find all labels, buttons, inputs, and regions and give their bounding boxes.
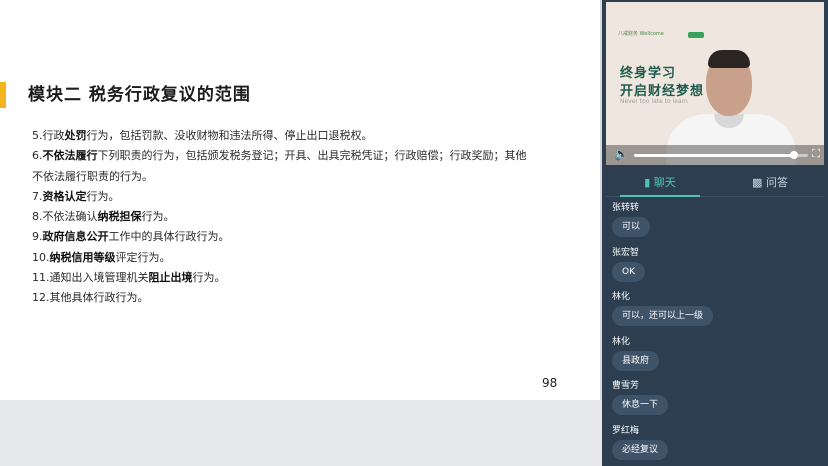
- tab-qa-label: 问答: [765, 176, 788, 189]
- sender-name: 林化: [612, 336, 631, 347]
- volume-slider[interactable]: [634, 151, 808, 159]
- content-line: 11.通知出入境管理机关阻止出境行为。: [32, 268, 552, 288]
- slide-area: 模块二 税务行政复议的范围 5.行政处罚行为，包括罚款、没收财物和违法所得、停止…: [0, 0, 602, 466]
- text-segment: 6.: [32, 149, 43, 163]
- teacher-video[interactable]: 八戒财务 Wellcome 终身学习 开启财经梦想 Never too late…: [606, 2, 824, 165]
- sender-name: 林化: [612, 292, 631, 302]
- bold-term: 政府信息公开: [42, 230, 109, 244]
- message-bubble: 可以: [612, 217, 651, 237]
- content-line: 12.其他具体行政行为。: [32, 288, 552, 308]
- text-segment: 10.: [32, 250, 50, 264]
- sender-name: 罗红梅: [612, 425, 640, 436]
- bold-term: 纳税担保: [97, 210, 142, 224]
- message-bubble: 县政府: [612, 350, 660, 371]
- text-segment: 行为。: [86, 189, 120, 203]
- text-segment: 9.: [32, 230, 43, 244]
- slogan-line-1: 终身学习: [620, 66, 677, 81]
- bold-term: 资格认定: [42, 189, 87, 203]
- text-segment: 行为。: [141, 210, 175, 224]
- slide-content: 5.行政处罚行为，包括罚款、没收财物和违法所得、停止出口退税权。 6.不依法履行下…: [32, 126, 552, 309]
- active-tab-indicator: [620, 195, 700, 197]
- chat-panel: ▮ 聊天 ▩ 问答 张转转 可以 张宏智 OK 林化 可以，还可以上一级 林化 县政府 曹雪芳休…: [606, 170, 824, 466]
- bold-term: 纳税信用等级: [49, 250, 116, 264]
- presenter-hair: [708, 50, 750, 68]
- text-segment: 12.其他具体行政行为。: [32, 291, 149, 305]
- slide: 模块二 税务行政复议的范围 5.行政处罚行为，包括罚款、没收财物和违法所得、停止…: [0, 0, 600, 400]
- sender-name: 曹雪芳: [612, 381, 640, 391]
- panel-tabs: ▮ 聊天 ▩ 问答: [606, 170, 824, 197]
- slogan-line-3: Never too late to learn: [620, 98, 688, 105]
- chat-message: 林化可以，还可以上一级: [612, 289, 714, 326]
- text-segment: 行为，包括罚款、没收财物和违法所得、停止出口退税权。: [86, 129, 373, 142]
- tab-chat[interactable]: ▮ 聊天: [620, 170, 700, 196]
- content-line: 10.纳税信用等级评定行为。: [32, 248, 552, 268]
- content-line: 5.行政处罚行为，包括罚款、没收财物和违法所得、停止出口退税权。: [32, 126, 552, 146]
- text-segment: 8.不依法确认: [32, 210, 98, 224]
- chat-bubble-icon: ▮: [644, 176, 651, 189]
- question-icon: ▩: [752, 176, 763, 189]
- volume-fill: [634, 154, 795, 157]
- sender-name: 张转转: [612, 203, 640, 213]
- video-controls: 🔈 ⛶: [606, 145, 824, 165]
- text-segment: 5.行政: [32, 129, 65, 142]
- chat-message: 林化 县政府: [612, 334, 660, 371]
- slide-title: 模块二 税务行政复议的范围: [28, 85, 251, 105]
- text-segment: 不依法履行职责的行为。: [32, 169, 153, 183]
- content-line: 6.不依法履行下列职责的行为，包括颁发税务登记；开具、出具完税凭证；行政赔偿；行…: [32, 146, 552, 166]
- text-segment: 下列职责的行为，包括颁发税务登记；开具、出具完税凭证；行政赔偿；行政奖励；其他: [97, 149, 527, 163]
- content-line: 不依法履行职责的行为。: [32, 167, 552, 187]
- content-line: 7.资格认定行为。: [32, 187, 552, 207]
- message-bubble: 可以，还可以上一级: [612, 306, 714, 326]
- tab-qa[interactable]: ▩ 问答: [730, 170, 810, 196]
- chat-message: 张转转 可以: [612, 200, 651, 237]
- slide-bottom-strip: [0, 400, 602, 466]
- chat-message: 张宏智 OK: [612, 245, 645, 282]
- brand-logo: 八戒财务 Wellcome: [618, 31, 664, 37]
- message-bubble: OK: [612, 261, 645, 282]
- slogan-line-2: 开启财经梦想: [620, 84, 705, 99]
- content-line: 9.政府信息公开工作中的具体行政行为。: [32, 227, 552, 247]
- sender-name: 张宏智: [612, 247, 640, 258]
- fullscreen-icon[interactable]: ⛶: [812, 147, 820, 161]
- text-segment: 11.通知出入境管理机关: [32, 271, 149, 285]
- title-accent-bar: [0, 82, 6, 108]
- text-segment: 工作中的具体行政行为。: [108, 230, 230, 244]
- message-bubble: 休息一下: [612, 395, 669, 415]
- volume-knob[interactable]: [790, 151, 799, 159]
- bold-term: 不依法履行: [42, 149, 98, 163]
- chat-message: 曹雪芳 休息一下: [612, 378, 669, 415]
- text-segment: 7.: [32, 189, 43, 203]
- text-segment: 评定行为。: [115, 250, 171, 264]
- tab-chat-label: 聊天: [653, 176, 676, 189]
- message-bubble: 必经复议: [612, 439, 669, 460]
- content-line: 8.不依法确认纳税担保行为。: [32, 207, 552, 227]
- text-segment: 行为。: [192, 271, 226, 285]
- page-number: 98: [542, 376, 558, 390]
- bold-term: 处罚: [64, 129, 87, 142]
- brand-tag: [688, 32, 704, 38]
- volume-icon[interactable]: 🔈: [614, 147, 629, 161]
- bold-term: 阻止出境: [148, 271, 193, 285]
- chat-message: 罗红梅 必经复议: [612, 423, 669, 460]
